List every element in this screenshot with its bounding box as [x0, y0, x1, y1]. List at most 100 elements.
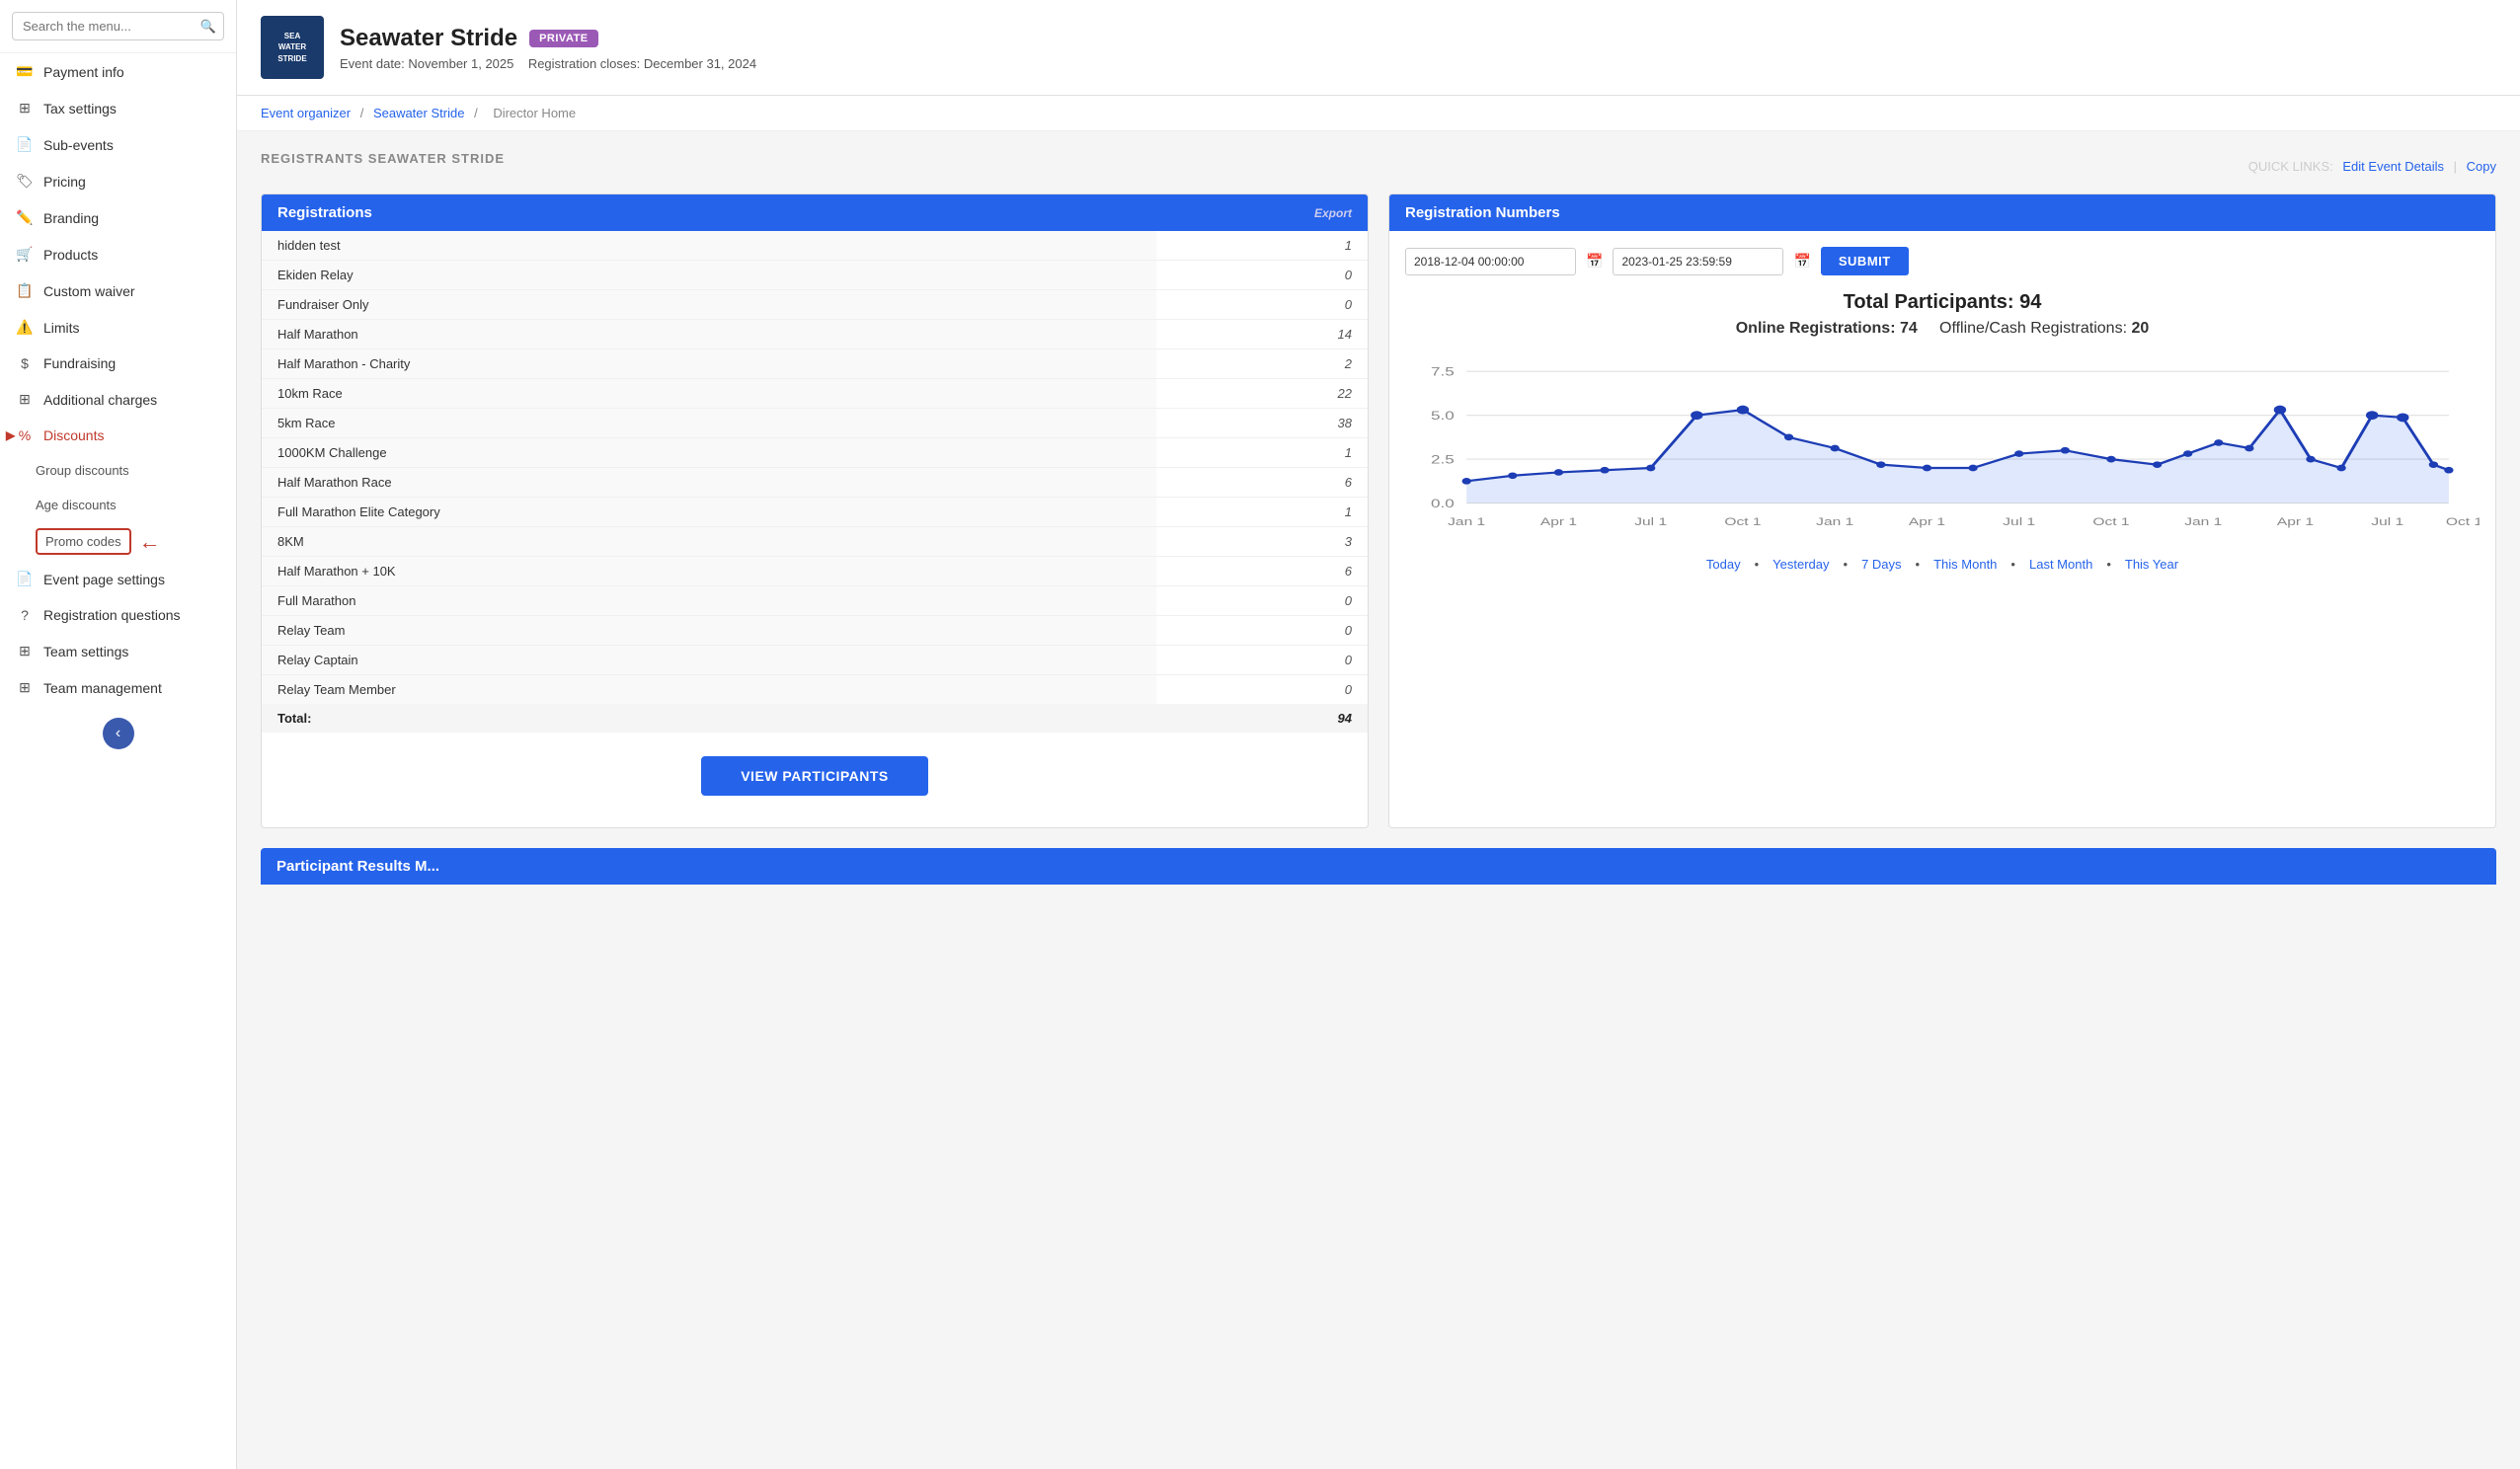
- filter-today[interactable]: Today: [1706, 557, 1741, 572]
- doc2-icon: 📋: [16, 282, 34, 299]
- search-input[interactable]: [12, 12, 224, 40]
- calendar-icon-from[interactable]: 📅: [1586, 253, 1603, 270]
- total-participants: Total Participants: 94: [1405, 291, 2480, 314]
- sidebar-item-fundraising[interactable]: $ Fundraising: [0, 346, 236, 381]
- chevron-right-icon: ▶: [6, 428, 15, 442]
- svg-text:Apr 1: Apr 1: [1540, 515, 1577, 527]
- breadcrumb-event[interactable]: Seawater Stride: [373, 106, 465, 120]
- row-name: 5km Race: [262, 409, 1156, 438]
- sidebar-item-age-discounts[interactable]: Age discounts: [0, 488, 236, 522]
- section-title: REGISTRANTS SEAWATER STRIDE: [261, 151, 505, 166]
- row-count: 38: [1156, 409, 1368, 438]
- warning-icon: ⚠️: [16, 319, 34, 336]
- table-row: 1000KM Challenge1: [262, 438, 1368, 468]
- sidebar-label-limits: Limits: [43, 320, 80, 336]
- copy-link[interactable]: Copy: [2467, 159, 2496, 174]
- filter-yesterday[interactable]: Yesterday: [1772, 557, 1829, 572]
- table-row: Full Marathon Elite Category1: [262, 498, 1368, 527]
- svg-text:Jan 1: Jan 1: [2184, 515, 2222, 527]
- filter-7days[interactable]: 7 Days: [1861, 557, 1901, 572]
- sidebar-label-age-discounts: Age discounts: [36, 498, 117, 512]
- sidebar-item-tax-settings[interactable]: ⊞ Tax settings: [0, 90, 236, 126]
- event-info: Seawater Stride PRIVATE Event date: Nove…: [340, 25, 756, 71]
- sidebar-label-payment-info: Payment info: [43, 64, 124, 80]
- calendar-icon-to[interactable]: 📅: [1793, 253, 1810, 270]
- registrations-header-label: Registrations: [277, 204, 372, 221]
- sidebar-collapse-button[interactable]: ‹: [103, 718, 134, 749]
- registrations-card-header: Registrations Export: [262, 194, 1368, 231]
- sidebar-item-promo-codes[interactable]: Promo codes: [36, 528, 131, 555]
- filter-this-year[interactable]: This Year: [2125, 557, 2178, 572]
- svg-text:Apr 1: Apr 1: [1909, 515, 1945, 527]
- edit-event-details-link[interactable]: Edit Event Details: [2342, 159, 2444, 174]
- row-name: 10km Race: [262, 379, 1156, 409]
- chart-area: 7.5 5.0 2.5 0.0: [1405, 349, 2480, 547]
- event-title: Seawater Stride PRIVATE: [340, 25, 756, 52]
- row-count: 6: [1156, 468, 1368, 498]
- table-row: 5km Race38: [262, 409, 1368, 438]
- row-name: Relay Captain: [262, 646, 1156, 675]
- row-name: 1000KM Challenge: [262, 438, 1156, 468]
- sidebar-item-custom-waiver[interactable]: 📋 Custom waiver: [0, 272, 236, 309]
- date-from-input[interactable]: [1405, 248, 1576, 275]
- sidebar-item-payment-info[interactable]: 💳 Payment info: [0, 53, 236, 90]
- table-row: Half Marathon14: [262, 320, 1368, 349]
- svg-text:Jul 1: Jul 1: [2003, 515, 2035, 527]
- search-icon: 🔍: [200, 19, 216, 35]
- row-count: 1: [1156, 498, 1368, 527]
- registration-numbers-card: Registration Numbers 📅 📅 SUBMIT Total Pa…: [1388, 193, 2496, 828]
- row-count: 0: [1156, 616, 1368, 646]
- registrations-chart: 7.5 5.0 2.5 0.0: [1405, 349, 2480, 547]
- sidebar-label-promo-codes: Promo codes: [45, 534, 121, 549]
- sidebar-label-tax-settings: Tax settings: [43, 101, 117, 116]
- breadcrumb-organizer[interactable]: Event organizer: [261, 106, 351, 120]
- filter-last-month[interactable]: Last Month: [2029, 557, 2092, 572]
- sidebar-item-products[interactable]: 🛒 Products: [0, 236, 236, 272]
- team-icon: ⊞: [16, 643, 34, 659]
- sidebar-item-limits[interactable]: ⚠️ Limits: [0, 309, 236, 346]
- row-count: 1: [1156, 438, 1368, 468]
- svg-text:Oct 1: Oct 1: [2446, 515, 2480, 527]
- row-name: Half Marathon - Charity: [262, 349, 1156, 379]
- row-name: Relay Team Member: [262, 675, 1156, 705]
- sidebar-item-additional-charges[interactable]: ⊞ Additional charges: [0, 381, 236, 418]
- row-count: 2: [1156, 349, 1368, 379]
- sidebar-item-discounts[interactable]: ▶ % Discounts: [0, 418, 236, 453]
- sidebar-item-sub-events[interactable]: 📄 Sub-events: [0, 126, 236, 163]
- breadcrumb-current: Director Home: [493, 106, 576, 120]
- svg-text:Jul 1: Jul 1: [1634, 515, 1667, 527]
- sidebar-item-team-management[interactable]: ⊞ Team management: [0, 669, 236, 706]
- sidebar-label-branding: Branding: [43, 210, 99, 226]
- row-name: Full Marathon: [262, 586, 1156, 616]
- date-to-input[interactable]: [1613, 248, 1783, 275]
- promo-codes-row: Promo codes ←: [0, 522, 236, 561]
- sidebar-item-pricing[interactable]: 🏷 Pricing: [0, 163, 236, 199]
- row-name: hidden test: [262, 231, 1156, 261]
- table-row: Half Marathon - Charity2: [262, 349, 1368, 379]
- submit-button[interactable]: SUBMIT: [1821, 247, 1909, 275]
- breadcrumb: Event organizer / Seawater Stride / Dire…: [237, 96, 2520, 131]
- row-name: Full Marathon Elite Category: [262, 498, 1156, 527]
- svg-text:5.0: 5.0: [1431, 410, 1455, 423]
- sidebar-label-products: Products: [43, 247, 98, 263]
- filter-this-month[interactable]: This Month: [1933, 557, 1997, 572]
- sidebar-item-group-discounts[interactable]: Group discounts: [0, 453, 236, 488]
- svg-text:Jan 1: Jan 1: [1816, 515, 1853, 527]
- sidebar-label-additional-charges: Additional charges: [43, 392, 157, 408]
- view-participants-button[interactable]: VIEW PARTICIPANTS: [701, 756, 928, 796]
- export-button[interactable]: Export: [1314, 206, 1352, 220]
- table-row: Relay Captain0: [262, 646, 1368, 675]
- section-header: REGISTRANTS SEAWATER STRIDE QUICK LINKS:…: [261, 151, 2496, 182]
- date-filter: 📅 📅 SUBMIT: [1405, 247, 2480, 275]
- registration-numbers-header: Registration Numbers: [1389, 194, 2495, 231]
- table-row: Relay Team Member0: [262, 675, 1368, 705]
- sidebar-item-event-page-settings[interactable]: 📄 Event page settings: [0, 561, 236, 597]
- table-row: 10km Race22: [262, 379, 1368, 409]
- sidebar-item-branding[interactable]: ✏️ Branding: [0, 199, 236, 236]
- sidebar-item-team-settings[interactable]: ⊞ Team settings: [0, 633, 236, 669]
- sidebar-label-team-management: Team management: [43, 680, 162, 696]
- sidebar-item-registration-questions[interactable]: ? Registration questions: [0, 597, 236, 633]
- total-count: 94: [1156, 704, 1368, 733]
- event-meta: Event date: November 1, 2025 Registratio…: [340, 56, 756, 71]
- row-name: 8KM: [262, 527, 1156, 557]
